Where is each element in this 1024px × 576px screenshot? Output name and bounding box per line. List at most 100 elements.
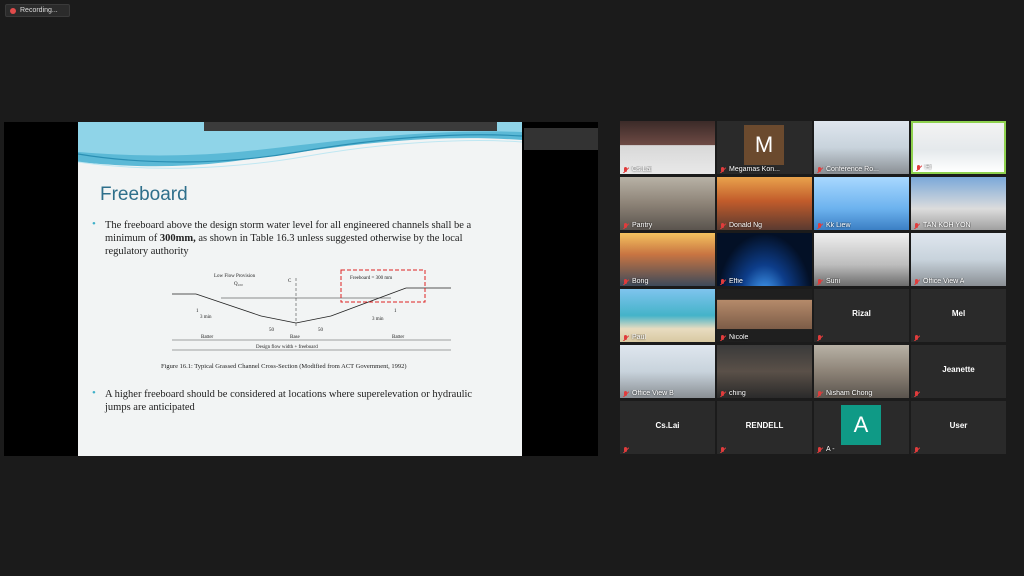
- participant-name: Nicole: [729, 334, 749, 341]
- muted-mic-icon: [623, 166, 629, 173]
- participant-name-label: Hi: [916, 164, 932, 171]
- participant-name: Office View A: [923, 278, 965, 285]
- cl-label: C: [288, 279, 292, 284]
- participant-name: A -: [826, 446, 835, 453]
- fifty-right: 50: [318, 328, 324, 333]
- muted-mic-icon: [720, 447, 726, 453]
- recording-label: Recording...: [20, 7, 58, 14]
- ratio-left-three: 3 min: [200, 315, 212, 320]
- muted-mic-icon: [720, 222, 726, 229]
- participant-tile[interactable]: Cs.Lai: [620, 121, 715, 174]
- muted-mic-icon: [817, 278, 823, 285]
- participant-tile[interactable]: ching: [717, 345, 812, 398]
- participant-name-label: Donald Ng: [720, 222, 762, 229]
- participant-display-name: Rizal: [852, 309, 871, 318]
- batter-left: Batter: [201, 335, 214, 340]
- channel-cross-section-figure: Freeboard = 300 mm Low Flow Provision Q₁…: [172, 269, 451, 351]
- participant-tile[interactable]: Paul: [620, 289, 715, 342]
- muted-mic-icon: [720, 166, 726, 173]
- participant-tile[interactable]: M Megamas Kon...: [717, 121, 812, 174]
- participant-tile[interactable]: Effie: [717, 233, 812, 286]
- participant-tile[interactable]: Conference Ro...: [814, 121, 909, 174]
- participant-name: Hi: [925, 164, 932, 171]
- base-label: Base: [290, 335, 301, 340]
- batter-right: Batter: [392, 335, 405, 340]
- participant-tile[interactable]: Kk Liew: [814, 177, 909, 230]
- participant-tile[interactable]: User: [911, 401, 1006, 454]
- participant-name-label: Paul: [623, 334, 646, 341]
- participant-name: TAN KOH YON: [923, 222, 971, 229]
- participant-name-label: Effie: [720, 278, 743, 285]
- muted-mic-icon: [623, 334, 629, 341]
- participant-tile[interactable]: Pantry: [620, 177, 715, 230]
- participant-tile[interactable]: A A -: [814, 401, 909, 454]
- participant-name: Conference Ro...: [826, 166, 879, 173]
- participant-display-name: Cs.Lai: [655, 421, 680, 430]
- participant-name-label: Bong: [623, 278, 648, 285]
- fifty-left: 50: [269, 328, 275, 333]
- participant-name: Nisham Chong: [826, 390, 873, 397]
- muted-mic-icon: [914, 278, 920, 285]
- participant-name-label: A -: [817, 446, 835, 453]
- participant-name-label: Office View A: [914, 278, 964, 285]
- muted-mic-icon: [914, 222, 920, 229]
- participant-tile[interactable]: Hi: [911, 121, 1006, 174]
- presentation-slide: Freeboard • The freeboard above the desi…: [78, 122, 522, 456]
- participant-name: Donald Ng: [729, 222, 763, 229]
- participant-tile[interactable]: RENDELL: [717, 401, 812, 454]
- muted-mic-icon: [720, 278, 726, 285]
- low-flow-label: Low Flow Provision: [214, 274, 256, 279]
- participant-tile[interactable]: Office View A: [911, 233, 1006, 286]
- bullet-paragraph-2: • A higher freeboard should be considere…: [92, 387, 473, 413]
- participant-tile[interactable]: Cs.Lai: [620, 401, 715, 454]
- participant-name-label: TAN KOH YON: [914, 222, 971, 229]
- participant-avatar: M: [744, 125, 784, 165]
- participant-tile[interactable]: TAN KOH YON: [911, 177, 1006, 230]
- participant-name-label: ching: [720, 390, 746, 397]
- participant-name-label: [623, 447, 629, 453]
- muted-mic-icon: [914, 391, 920, 397]
- muted-mic-icon: [817, 390, 823, 397]
- participant-name: Suni: [826, 278, 841, 285]
- participant-name-label: Megamas Kon...: [720, 166, 780, 173]
- participant-tile[interactable]: Jeanette: [911, 345, 1006, 398]
- participant-name-label: Pantry: [623, 222, 652, 229]
- ratio-left-one: 1: [196, 309, 199, 314]
- ratio-right-one: 1: [394, 309, 397, 314]
- participant-name-label: [720, 447, 726, 453]
- muted-mic-icon: [623, 278, 629, 285]
- participant-tile[interactable]: Suni: [814, 233, 909, 286]
- muted-mic-icon: [817, 446, 823, 453]
- participant-name: Kk Liew: [826, 222, 851, 229]
- participant-name-label: Office View B: [623, 390, 674, 397]
- share-overlay-bar: [524, 128, 598, 150]
- recording-indicator[interactable]: Recording...: [5, 4, 70, 17]
- participant-name-label: [817, 335, 823, 341]
- slide-title: Freeboard: [100, 184, 188, 205]
- participant-tile[interactable]: Nicole: [717, 289, 812, 342]
- shared-screen: Freeboard • The freeboard above the desi…: [4, 122, 598, 456]
- participant-tile[interactable]: Bong: [620, 233, 715, 286]
- participant-name-label: Suni: [817, 278, 840, 285]
- participant-display-name: RENDELL: [745, 421, 784, 430]
- participant-tile[interactable]: Office View B: [620, 345, 715, 398]
- figure-caption: Figure 16.1: Typical Grassed Channel Cro…: [161, 363, 407, 370]
- muted-mic-icon: [817, 335, 823, 341]
- muted-mic-icon: [817, 222, 823, 229]
- record-icon: [10, 7, 16, 14]
- participant-name-label: Nisham Chong: [817, 390, 872, 397]
- participant-tile[interactable]: Mel: [911, 289, 1006, 342]
- participant-name-label: Conference Ro...: [817, 166, 879, 173]
- freeboard-label: Freeboard = 300 mm: [350, 276, 392, 281]
- bullet-icon: •: [92, 218, 96, 230]
- participant-name-label: [914, 391, 920, 397]
- participant-name: Bong: [632, 278, 649, 285]
- participant-name-label: [914, 447, 920, 453]
- participant-display-name: User: [949, 421, 968, 430]
- participant-name: Cs.Lai: [632, 166, 652, 173]
- participant-tile[interactable]: Nisham Chong: [814, 345, 909, 398]
- design-width-label: Design flow width + freeboard: [256, 345, 318, 350]
- participant-name: ching: [729, 390, 746, 397]
- participant-tile[interactable]: Donald Ng: [717, 177, 812, 230]
- participant-tile[interactable]: Rizal: [814, 289, 909, 342]
